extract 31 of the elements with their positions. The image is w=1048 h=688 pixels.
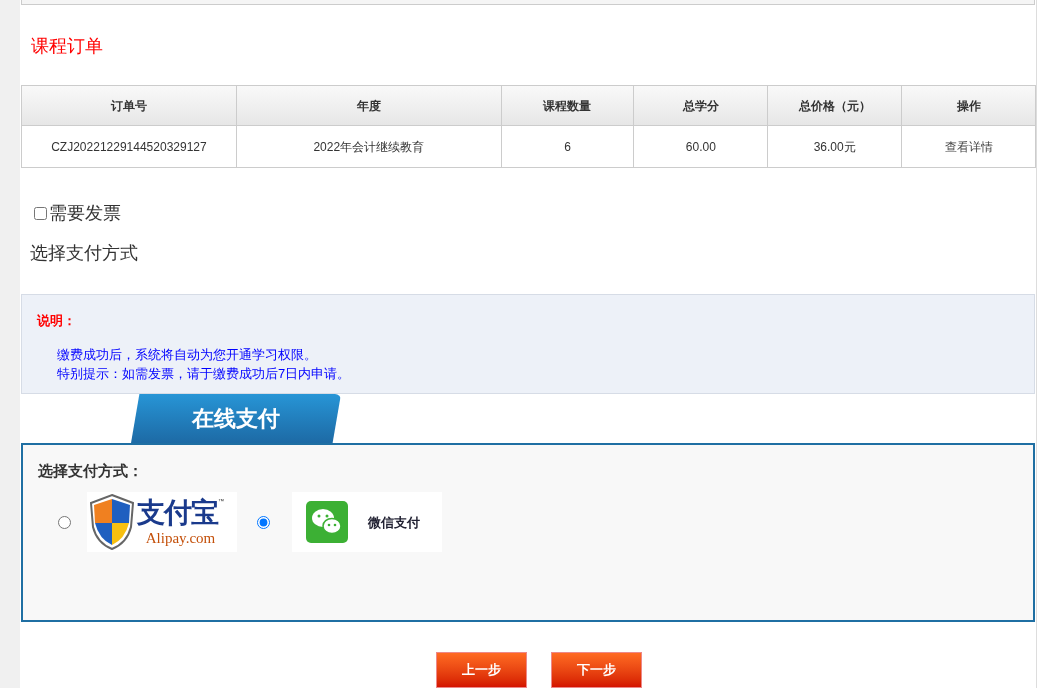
table-cell: 36.00元 xyxy=(767,125,902,168)
column-header: 操作 xyxy=(901,85,1036,126)
notice-text: 特别提示：如需发票，请于缴费成功后7日内申请。 xyxy=(57,364,351,383)
logo-wordmark: 支付宝 xyxy=(137,497,218,530)
column-header: 订单号 xyxy=(21,85,237,126)
wechat-pay-option[interactable]: 微信支付 xyxy=(292,492,442,553)
payment-method-label: 选择支付方式： xyxy=(38,460,143,481)
column-header: 总学分 xyxy=(633,85,768,126)
step-button[interactable]: 下一步 xyxy=(551,652,642,688)
wechat-pay-label: 微信支付 xyxy=(368,513,420,532)
column-header: 年度 xyxy=(236,85,502,126)
chat-bubbles-icon xyxy=(306,501,348,544)
payment-heading: 选择支付方式 xyxy=(30,242,139,265)
online-payment-tab[interactable]: 在线支付 xyxy=(131,393,341,443)
payment-radio[interactable] xyxy=(257,515,270,529)
table-cell: 6 xyxy=(501,125,634,168)
column-header: 总价格（元） xyxy=(767,85,902,126)
table-cell: CZJ20221229144520329127 xyxy=(21,125,237,168)
column-header: 课程数量 xyxy=(501,85,634,126)
payment-radio[interactable] xyxy=(58,515,71,529)
table-cell: 2022年会计继续教育 xyxy=(236,125,502,168)
view-details-link[interactable]: 查看详情 xyxy=(944,139,993,154)
notice-title: 说明： xyxy=(37,312,76,330)
invoice-checkbox[interactable] xyxy=(34,207,47,220)
table-cell: 60.00 xyxy=(633,125,768,168)
shield-icon xyxy=(89,493,135,552)
section-title: 课程订单 xyxy=(31,35,104,58)
step-button[interactable]: 上一步 xyxy=(436,652,527,688)
notice-text: 缴费成功后，系统将自动为您开通学习权限。 xyxy=(57,345,317,364)
logo-domain: Alipay.com xyxy=(145,529,216,548)
invoice-label: 需要发票 xyxy=(49,202,121,225)
